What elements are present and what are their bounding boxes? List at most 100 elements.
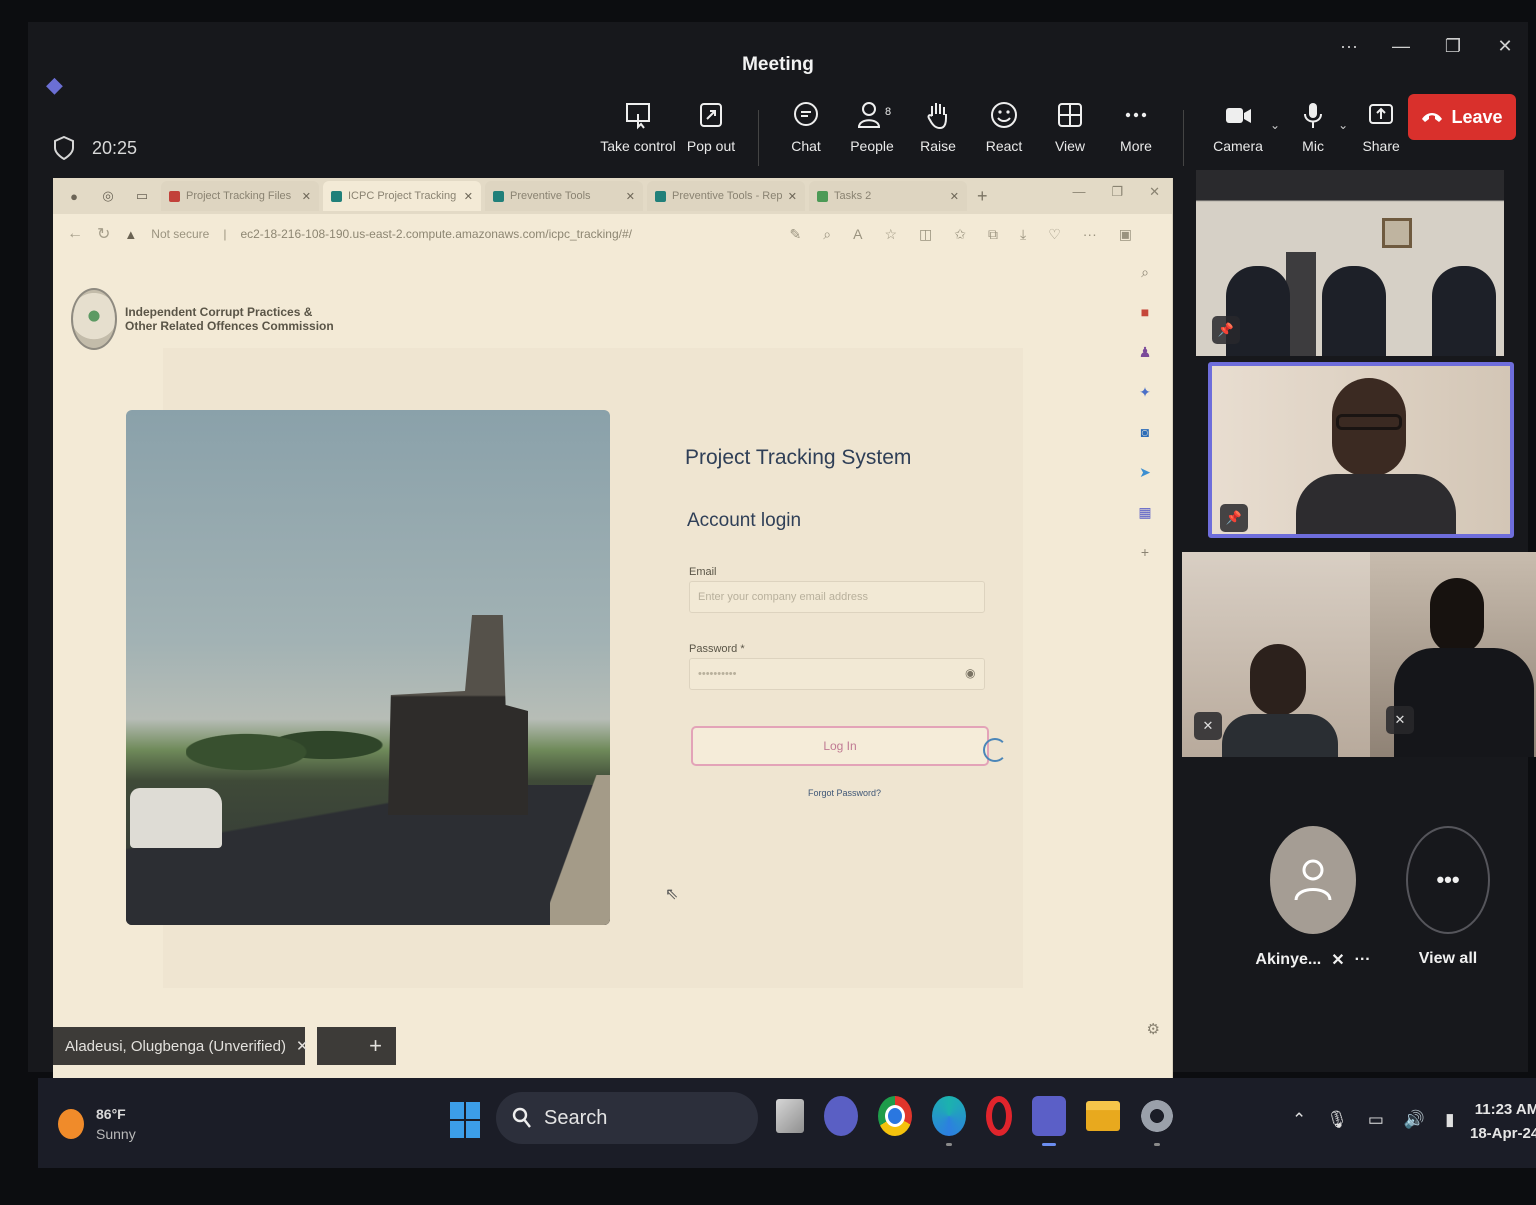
chat-button[interactable]: Chat	[773, 100, 839, 154]
more-button[interactable]: More	[1103, 100, 1169, 154]
maximize-icon[interactable]: ❐	[1442, 36, 1464, 57]
add-sidebar-app-icon[interactable]: +	[1136, 544, 1154, 562]
edit-icon[interactable]: ✎	[790, 226, 802, 243]
drop-icon[interactable]: ➤	[1136, 464, 1154, 482]
tray-microphone-icon[interactable]: 🎙	[1326, 1110, 1348, 1130]
participant-avatar-tile[interactable]: Akinye... ✕ ···	[1255, 826, 1371, 970]
share-button[interactable]: Share	[1348, 100, 1414, 154]
take-control-button[interactable]: Take control	[598, 100, 678, 154]
browser-tab[interactable]: Project Tracking Files ✕	[161, 181, 319, 211]
react-label: React	[985, 138, 1023, 154]
teams-icon[interactable]	[1032, 1096, 1066, 1146]
tray-overflow-chevron-icon[interactable]: ⌃	[1292, 1110, 1306, 1130]
react-button[interactable]: React	[971, 100, 1037, 154]
person-icon	[1294, 859, 1332, 901]
task-view-icon[interactable]	[776, 1099, 804, 1133]
video-tile-speaker[interactable]: 📌	[1208, 362, 1514, 538]
browser-tab[interactable]: Preventive Tools - Rep ✕	[647, 181, 805, 211]
browser-restore-icon[interactable]: ❐	[1111, 184, 1123, 200]
video-tile-participant[interactable]: ✕	[1182, 552, 1372, 757]
taskbar-clock[interactable]: 11:23 AM 18-Apr-24	[1470, 1098, 1536, 1146]
loading-spinner-icon	[983, 738, 1007, 762]
close-tab-icon[interactable]: ✕	[788, 190, 797, 203]
search-sidebar-icon[interactable]: ⌕	[1136, 264, 1154, 282]
pin-icon[interactable]: 📌	[1212, 316, 1240, 344]
minimize-icon[interactable]: —	[1390, 36, 1412, 57]
volume-icon[interactable]: 🔊	[1404, 1110, 1425, 1130]
more-options-icon[interactable]: ···	[1338, 36, 1360, 57]
browser-tab-active[interactable]: ICPC Project Tracking ✕	[323, 181, 481, 211]
favorites-icon[interactable]: ✩	[954, 226, 966, 243]
mic-button[interactable]: Mic	[1280, 100, 1346, 154]
extensions-icon[interactable]: ⤓	[1020, 226, 1026, 243]
file-explorer-icon[interactable]	[1086, 1101, 1120, 1131]
view-button[interactable]: View	[1037, 100, 1103, 154]
video-tile-participant[interactable]: ✕	[1370, 552, 1536, 757]
browser-minimize-icon[interactable]: —	[1072, 184, 1085, 200]
taskbar-search[interactable]: Search	[496, 1092, 758, 1144]
mic-options-chevron-icon[interactable]: ⌄	[1338, 118, 1348, 132]
camera-options-chevron-icon[interactable]: ⌄	[1270, 118, 1280, 132]
browser-tab[interactable]: Tasks 2 ✕	[809, 181, 967, 211]
add-participant-button[interactable]: +	[317, 1027, 396, 1065]
login-button[interactable]: Log In	[691, 726, 989, 766]
more-label: More	[1120, 138, 1152, 154]
url-text[interactable]: ec2-18-216-108-190.us-east-2.compute.ama…	[240, 227, 632, 241]
profile-icon[interactable]: ●	[59, 186, 89, 206]
leave-button[interactable]: Leave	[1408, 94, 1516, 140]
opera-icon[interactable]	[986, 1096, 1012, 1136]
read-aloud-icon[interactable]: A	[853, 226, 862, 243]
back-icon[interactable]: ←	[67, 225, 83, 243]
meet-now-icon[interactable]	[824, 1096, 858, 1136]
battery-icon[interactable]: ▮	[1445, 1110, 1454, 1130]
browser-close-icon[interactable]: ✕	[1149, 184, 1160, 200]
refresh-icon[interactable]: ↻	[97, 224, 110, 244]
copilot-icon[interactable]: ✦	[1136, 384, 1154, 402]
zoom-icon[interactable]: ⌕	[823, 226, 831, 243]
pin-icon[interactable]: 📌	[1220, 504, 1248, 532]
close-tab-icon[interactable]: ✕	[950, 190, 959, 203]
sidebar-settings-gear-icon[interactable]: ⚙	[1147, 1020, 1160, 1038]
email-input[interactable]: Enter your company email address	[689, 581, 985, 613]
security-status[interactable]: Not secure	[151, 227, 209, 241]
room-picture-frame	[1382, 218, 1412, 248]
collections-icon[interactable]: ⧉	[988, 226, 998, 243]
split-screen-icon[interactable]: ◫	[919, 226, 932, 243]
forgot-password-link[interactable]: Forgot Password?	[808, 788, 881, 798]
outlook-icon[interactable]: ◙	[1136, 424, 1154, 442]
edge-icon[interactable]	[932, 1096, 966, 1146]
browser-essentials-icon[interactable]: ♡	[1048, 226, 1061, 243]
new-tab-icon[interactable]: +	[977, 186, 988, 207]
close-icon[interactable]: ✕	[1494, 36, 1516, 57]
video-tile-room[interactable]: 📌	[1196, 170, 1504, 356]
password-input[interactable]: ••••••••••	[689, 658, 985, 690]
workspaces-icon[interactable]: ◎	[93, 186, 123, 206]
favorite-star-icon[interactable]: ☆	[884, 226, 897, 243]
site-favicon-icon	[493, 190, 504, 202]
settings-more-icon[interactable]: ···	[1083, 226, 1097, 243]
settings-gear-icon[interactable]	[1140, 1096, 1174, 1146]
chrome-icon[interactable]	[878, 1096, 912, 1136]
clock-time: 11:23 AM	[1474, 1101, 1536, 1118]
close-tab-icon[interactable]: ✕	[302, 190, 311, 203]
camera-button[interactable]: Camera	[1198, 100, 1278, 154]
raise-hand-button[interactable]: Raise	[905, 100, 971, 154]
close-tab-icon[interactable]: ✕	[626, 190, 635, 203]
people-label: People	[850, 138, 894, 154]
view-all-tile[interactable]: ••• View all	[1400, 826, 1496, 968]
toggle-password-visibility-icon[interactable]: ◉	[965, 666, 975, 680]
participant-options-icon[interactable]: ···	[1355, 951, 1371, 969]
weather-widget[interactable]: 86°F Sunny	[58, 1104, 136, 1144]
tab-actions-icon[interactable]: ▭	[127, 186, 157, 206]
pop-out-button[interactable]: Pop out	[678, 100, 744, 154]
shopping-icon[interactable]: ■	[1136, 304, 1154, 322]
tray-display-icon[interactable]: ▭	[1368, 1110, 1384, 1130]
close-tab-icon[interactable]: ✕	[464, 190, 473, 203]
windows-start-icon[interactable]	[450, 1102, 480, 1138]
view-all-ellipsis-icon[interactable]: •••	[1406, 826, 1490, 934]
people-button[interactable]: 8 People	[839, 100, 905, 154]
teams-sidebar-icon[interactable]: ▦	[1136, 504, 1154, 522]
tools-icon[interactable]: ♟	[1136, 344, 1154, 362]
tab-label: ICPC Project Tracking	[348, 190, 457, 202]
browser-tab[interactable]: Preventive Tools ✕	[485, 181, 643, 211]
